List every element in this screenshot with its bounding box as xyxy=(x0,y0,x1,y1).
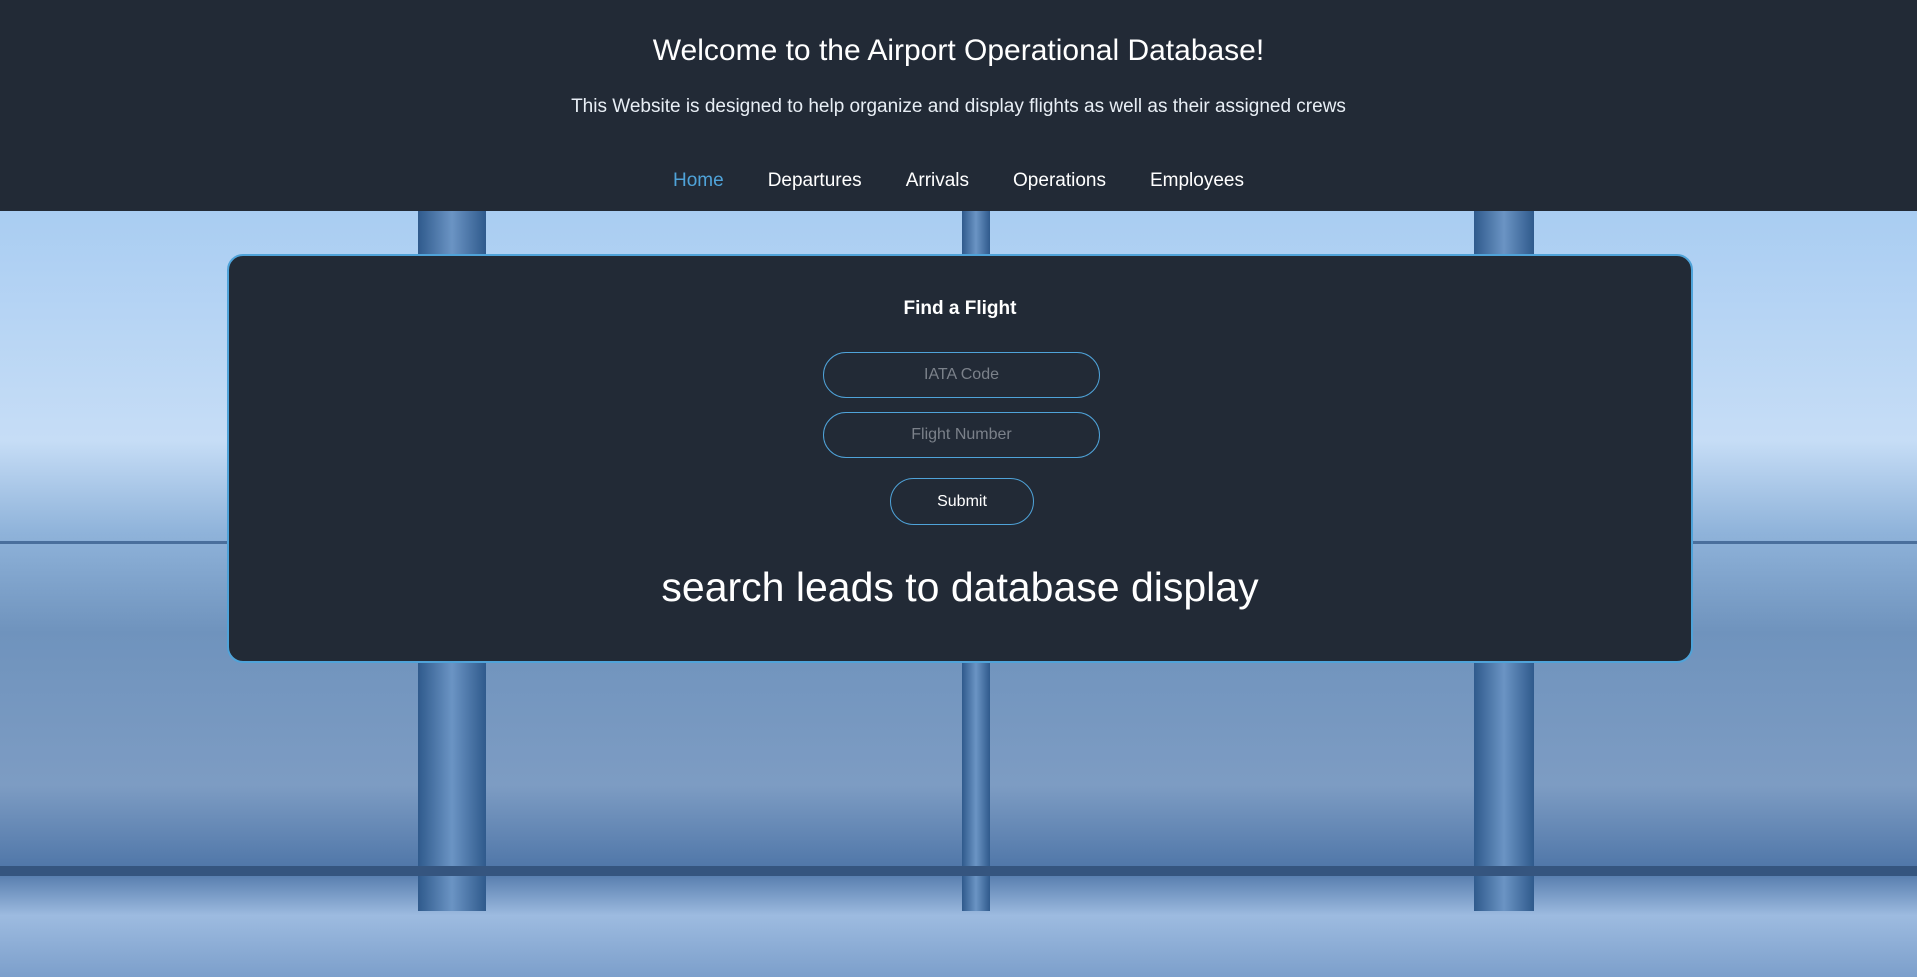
find-flight-card: Find a Flight Submit search leads to dat… xyxy=(227,254,1693,663)
find-flight-title: Find a Flight xyxy=(903,298,1017,319)
page-title: Welcome to the Airport Operational Datab… xyxy=(652,34,1265,67)
search-note: search leads to database display xyxy=(661,564,1259,610)
page-subtitle: This Website is designed to help organiz… xyxy=(571,96,1346,117)
submit-button[interactable]: Submit xyxy=(890,478,1034,525)
nav-employees[interactable]: Employees xyxy=(1150,170,1244,192)
nav-arrivals[interactable]: Arrivals xyxy=(906,170,969,192)
nav-home[interactable]: Home xyxy=(673,170,724,192)
site-header: Welcome to the Airport Operational Datab… xyxy=(0,0,1917,211)
main-nav: Home Departures Arrivals Operations Empl… xyxy=(0,170,1917,192)
nav-operations[interactable]: Operations xyxy=(1013,170,1106,192)
flight-number-input[interactable] xyxy=(823,412,1100,458)
railing xyxy=(0,866,1917,876)
iata-code-input[interactable] xyxy=(823,352,1100,398)
nav-departures[interactable]: Departures xyxy=(768,170,862,192)
